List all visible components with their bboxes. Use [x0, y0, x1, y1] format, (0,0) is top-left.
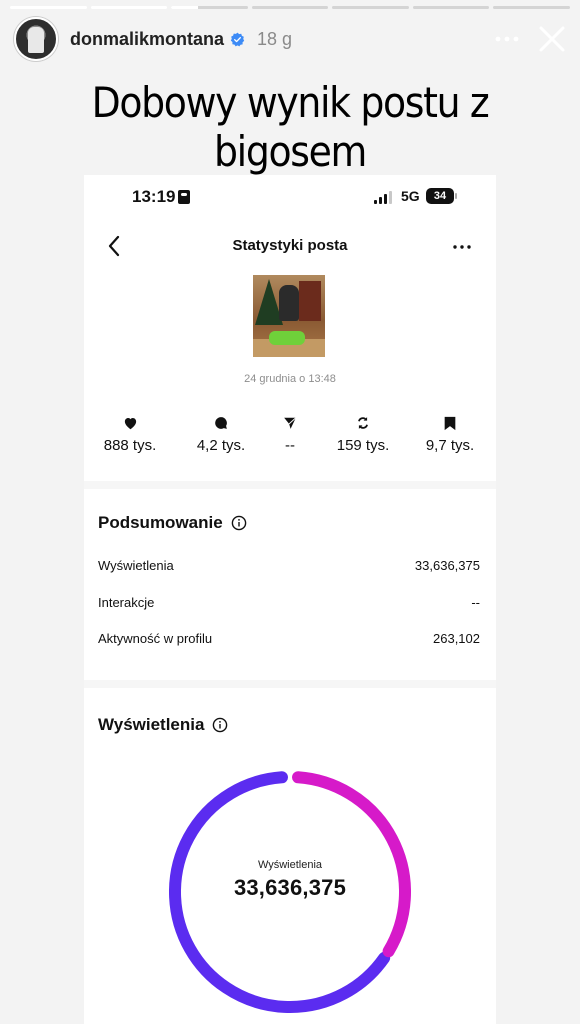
metric-value: 4,2 tys. [196, 437, 246, 454]
stat-row-views: Wyświetlenia 33,636,375 [98, 558, 480, 576]
username[interactable]: donmalikmontana [70, 29, 224, 50]
metric-reposts: 159 tys. [318, 415, 408, 454]
stat-row-profile-activity: Aktywność w profilu 263,102 [98, 631, 480, 649]
donut-center-label: Wyświetlenia [257, 859, 323, 871]
metric-value: 9,7 tys. [425, 437, 475, 454]
comment-icon [213, 415, 229, 431]
metric-value: -- [285, 437, 295, 454]
views-title: Wyświetlenia [98, 715, 205, 734]
save-icon [442, 415, 458, 431]
metric-likes: 888 tys. [85, 415, 175, 454]
story-progress-segment [493, 6, 571, 9]
story-progress-segment [10, 6, 87, 9]
more-horizontal-icon[interactable] [494, 26, 520, 52]
contact-card-icon [178, 190, 190, 204]
story-progress-segment [412, 6, 490, 9]
status-time: 13:19 [132, 187, 176, 206]
stat-row-interactions: Interakcje -- [98, 595, 480, 613]
stat-label: Interakcje [98, 595, 155, 610]
section-divider [84, 680, 496, 688]
story-progress-segment [171, 6, 248, 9]
verified-badge-icon [230, 32, 245, 47]
section-divider [84, 481, 496, 489]
more-horizontal-icon[interactable] [450, 235, 474, 259]
insights-screenshot: 13:19 5G 34 Statystyki posta 24 grudnia … [84, 175, 496, 1024]
battery-icon: 34 [426, 188, 457, 204]
story-progress-bars [10, 6, 571, 9]
stat-value: 263,102 [433, 631, 480, 646]
nav-bar: Statystyki posta [84, 231, 496, 263]
post-date: 24 grudnia o 13:48 [244, 373, 336, 385]
views-heading: Wyświetlenia [98, 715, 228, 735]
story-progress-segment [332, 6, 409, 9]
engagement-metrics: 888 tys. 4,2 tys. -- 159 tys. 9,7 tys. [84, 415, 496, 465]
summary-title: Podsumowanie [98, 513, 223, 532]
heart-icon [122, 415, 138, 431]
page-title: Statystyki posta [232, 237, 348, 254]
donut-center: Wyświetlenia 33,636,375 [165, 859, 415, 901]
post-thumbnail[interactable] [253, 275, 325, 357]
metric-value: 888 tys. [103, 437, 157, 454]
story-progress-segment [90, 6, 168, 9]
stat-value: 33,636,375 [414, 558, 480, 573]
story-timestamp: 18 g [257, 28, 293, 49]
metric-value: 159 tys. [336, 437, 390, 454]
metric-saves: 9,7 tys. [405, 415, 495, 454]
avatar[interactable] [14, 17, 58, 61]
story-caption: Dobowy wynik postu z bigosem [91, 78, 490, 176]
network-type: 5G [401, 188, 420, 204]
info-icon[interactable] [212, 717, 228, 733]
info-icon[interactable] [231, 515, 247, 531]
story-progress-segment [251, 6, 329, 9]
donut-center-value: 33,636,375 [233, 875, 347, 900]
share-icon [282, 415, 298, 431]
repost-icon [355, 415, 371, 431]
summary-heading: Podsumowanie [98, 513, 247, 533]
stat-label: Aktywność w profilu [98, 631, 213, 646]
status-bar: 13:19 5G 34 [84, 187, 496, 209]
close-icon[interactable] [536, 23, 568, 55]
story-header: donmalikmontana 18 g [14, 16, 568, 62]
stat-label: Wyświetlenia [98, 558, 174, 573]
signal-icon [374, 190, 392, 204]
stat-value: -- [471, 595, 480, 610]
